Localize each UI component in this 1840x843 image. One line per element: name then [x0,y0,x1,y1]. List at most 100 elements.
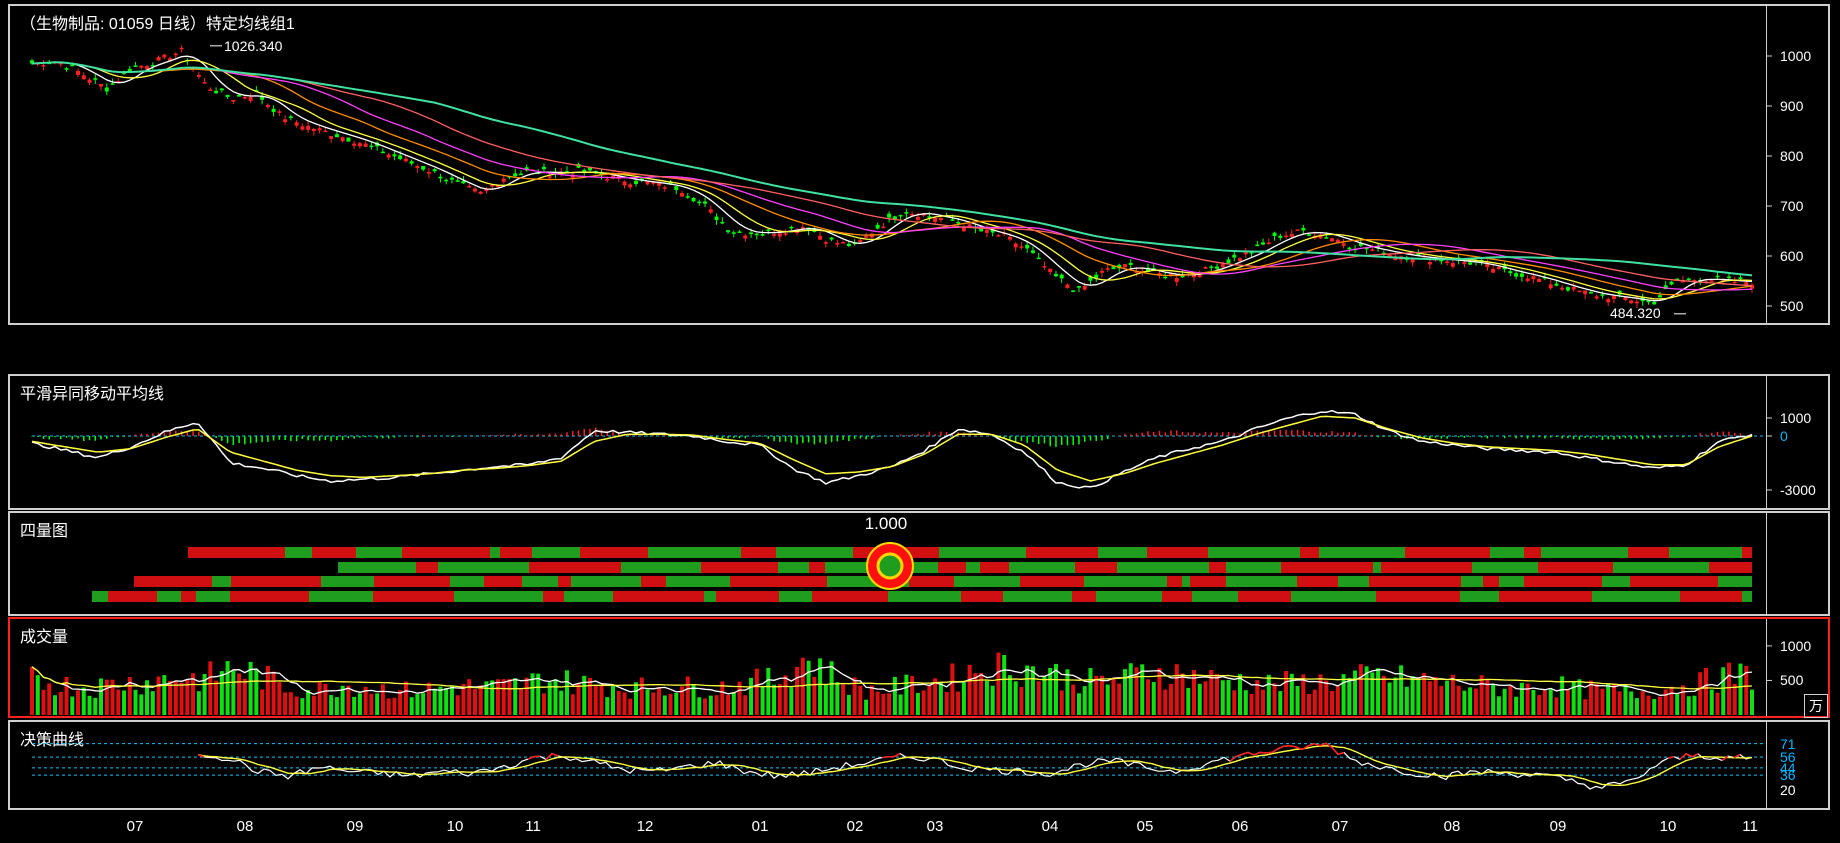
quadrant-segment [309,591,373,602]
volume-bar [570,694,575,715]
quadrant-segment [730,576,827,587]
candle-body [628,184,633,188]
candle-body [743,235,748,239]
price-axis-separator [1766,6,1767,323]
volume-bar [47,683,52,715]
month-label: 05 [1136,818,1154,835]
volume-bar [697,697,702,715]
quadrant-segment [312,547,356,558]
candle-body [1496,266,1501,269]
volume-bar [950,663,955,715]
quadrant-segment [230,591,309,602]
high-price-label: 1026.340 [224,38,283,54]
candle-body [1030,250,1035,253]
decision-chart[interactable] [10,722,1766,812]
volume-chart[interactable] [10,619,1772,720]
quadrant-segment [438,562,529,573]
moving-average-line [31,61,1753,291]
volume-bar [1675,694,1680,715]
candle-body [1099,270,1104,273]
volume-bar [1215,673,1220,715]
volume-bar [1186,687,1191,715]
decision-highlight-segment [1241,751,1249,756]
decision-highlight-segment [1307,742,1315,747]
volume-bar [576,683,581,715]
quadrant-segment [1630,576,1718,587]
candle-body [323,130,328,133]
candle-body [306,125,311,130]
volume-bar [616,691,621,715]
macd-chart[interactable] [10,376,1772,512]
price-chart[interactable]: 1026.340 484.320 [10,6,1772,327]
volume-panel[interactable]: 成交量 1000 500 [8,617,1830,718]
quadrant-panel[interactable]: 四量图 1.000 [8,511,1830,616]
quadrant-segment [613,591,704,602]
volume-bar [823,684,828,715]
candle-body [179,47,184,50]
decision-panel[interactable]: 决策曲线 71 56 44 36 20 [8,720,1830,810]
candle-body [225,94,230,97]
candle-body [104,87,109,92]
volume-bar [1082,686,1087,715]
candle-body [1295,229,1300,231]
quadrant-segment [532,547,580,558]
volume-bar [260,689,265,715]
candle-body [156,57,161,61]
volume-bar [1416,679,1421,715]
volume-bar [1456,685,1461,715]
quadrant-segment [966,562,980,573]
candle-body [685,196,690,198]
candle-body [622,181,627,186]
quadrant-segment [1373,562,1381,573]
volume-bar [1071,684,1076,715]
month-label: 09 [1549,818,1567,835]
candle-body [64,68,69,70]
quadrant-chart[interactable]: 1.000 [10,513,1766,618]
volume-bar [875,691,880,715]
volume-bar [754,668,759,715]
volume-bar [973,673,978,715]
volume-bar [1151,681,1156,715]
volume-bar [1335,686,1340,715]
candle-body [915,216,920,221]
volume-bar [518,688,523,715]
candle-body [472,188,477,192]
volume-bar [777,684,782,715]
volume-unit-badge[interactable]: 万 [1804,694,1828,718]
volume-bar [1197,683,1202,715]
candle-body [950,219,955,221]
price-panel[interactable]: （生物制品: 01059 日线）特定均线组1 1026.340 484.320 1… [8,4,1830,325]
candle-body [248,97,253,101]
quadrant-segment [108,591,157,602]
quadrant-segment [1524,576,1602,587]
candle-body [1082,286,1087,290]
candle-body [1255,244,1260,247]
volume-bar [541,693,546,715]
month-label: 07 [1331,818,1349,835]
macd-panel[interactable]: 平滑异同移动平均线 1000 0 -3000 [8,374,1830,510]
volume-bar [1657,696,1662,715]
volume-bar [1433,676,1438,715]
candle-body [329,136,334,139]
decision-highlight-segment [1271,748,1279,754]
decision-highlight-segment [1253,751,1261,756]
candle-body [133,65,138,67]
volume-bar [288,692,293,715]
moving-average-line [31,61,1753,277]
month-label: 12 [636,818,654,835]
quadrant-segment [1524,547,1541,558]
volume-bar [1065,669,1070,715]
volume-bar [467,679,472,715]
quadrant-segment [1490,547,1524,558]
volume-bar [294,696,299,715]
candle-body [1076,286,1081,288]
volume-bar [455,695,460,715]
price-ytick-label: 1000 [1780,48,1812,64]
quadrant-segment [1300,547,1319,558]
volume-bar [311,695,316,715]
volume-bar [749,677,754,715]
candle-body [363,143,368,147]
volume-bar [1272,683,1277,715]
quadrant-segment [1376,591,1460,602]
volume-bar [714,695,719,715]
